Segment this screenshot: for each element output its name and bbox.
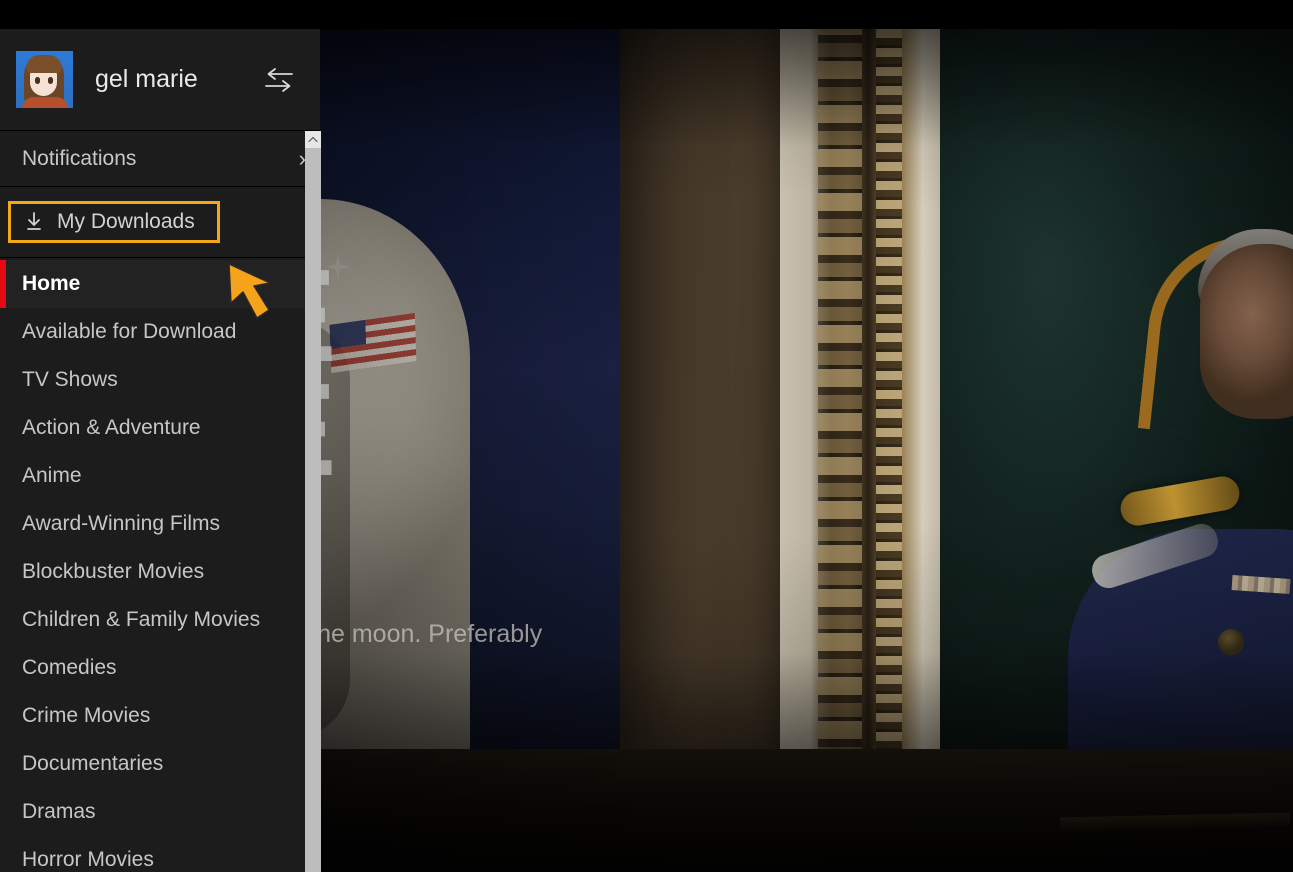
sidebar-item-children-family-movies[interactable]: Children & Family Movies xyxy=(0,596,320,644)
sidebar-item-documentaries[interactable]: Documentaries xyxy=(0,740,320,788)
my-downloads-label: My Downloads xyxy=(57,210,195,233)
sidebar-item-tv-shows[interactable]: TV Shows xyxy=(0,356,320,404)
sidebar-item-horror-movies[interactable]: Horror Movies xyxy=(0,836,320,872)
sidebar-item-award-winning-films[interactable]: Award-Winning Films xyxy=(0,500,320,548)
chevron-up-icon[interactable] xyxy=(305,131,321,148)
scrollbar-thumb[interactable] xyxy=(305,148,321,872)
downloads-block: My Downloads xyxy=(0,187,320,257)
sidebar-item-label: Dramas xyxy=(22,800,96,823)
switch-profile-icon[interactable] xyxy=(262,65,296,95)
sidebar-flyout: gel marie Notifications › My Downloads H… xyxy=(0,29,320,872)
sidebar-item-label: Crime Movies xyxy=(22,704,151,727)
sidebar-item-anime[interactable]: Anime xyxy=(0,452,320,500)
app-window: ACE RCE + My List ission: to put boots o… xyxy=(0,0,1293,872)
notifications-label: Notifications xyxy=(22,146,137,170)
sidebar-item-home[interactable]: Home xyxy=(0,260,320,308)
sidebar-item-available-for-download[interactable]: Available for Download xyxy=(0,308,320,356)
download-icon xyxy=(25,212,43,232)
sidebar-item-label: Horror Movies xyxy=(22,848,154,871)
sidebar-item-notifications[interactable]: Notifications › xyxy=(0,131,320,186)
sidebar-item-label: Documentaries xyxy=(22,752,164,775)
my-downloads-button[interactable]: My Downloads xyxy=(8,201,220,243)
sidebar-item-label: Blockbuster Movies xyxy=(22,560,205,583)
profile-row[interactable]: gel marie xyxy=(0,29,320,130)
sidebar-item-label: Award-Winning Films xyxy=(22,512,220,535)
sidebar-item-label: Children & Family Movies xyxy=(22,608,261,631)
sidebar-scrollbar[interactable] xyxy=(305,131,321,872)
sidebar-item-label: Action & Adventure xyxy=(22,416,201,439)
title-bar xyxy=(0,0,1293,29)
sidebar-item-dramas[interactable]: Dramas xyxy=(0,788,320,836)
sidebar-item-label: Anime xyxy=(22,464,82,487)
sidebar-item-label: Available for Download xyxy=(22,320,237,343)
profile-name: gel marie xyxy=(95,65,198,93)
sidebar-nav-list: Home Available for Download TV Shows Act… xyxy=(0,258,320,872)
sidebar-item-label: TV Shows xyxy=(22,368,118,391)
sidebar-item-label: Home xyxy=(22,272,81,295)
sidebar-item-comedies[interactable]: Comedies xyxy=(0,644,320,692)
sidebar-item-label: Comedies xyxy=(22,656,117,679)
sidebar-item-crime-movies[interactable]: Crime Movies xyxy=(0,692,320,740)
sidebar-item-blockbuster-movies[interactable]: Blockbuster Movies xyxy=(0,548,320,596)
avatar[interactable] xyxy=(16,51,73,108)
sidebar-item-action-adventure[interactable]: Action & Adventure xyxy=(0,404,320,452)
